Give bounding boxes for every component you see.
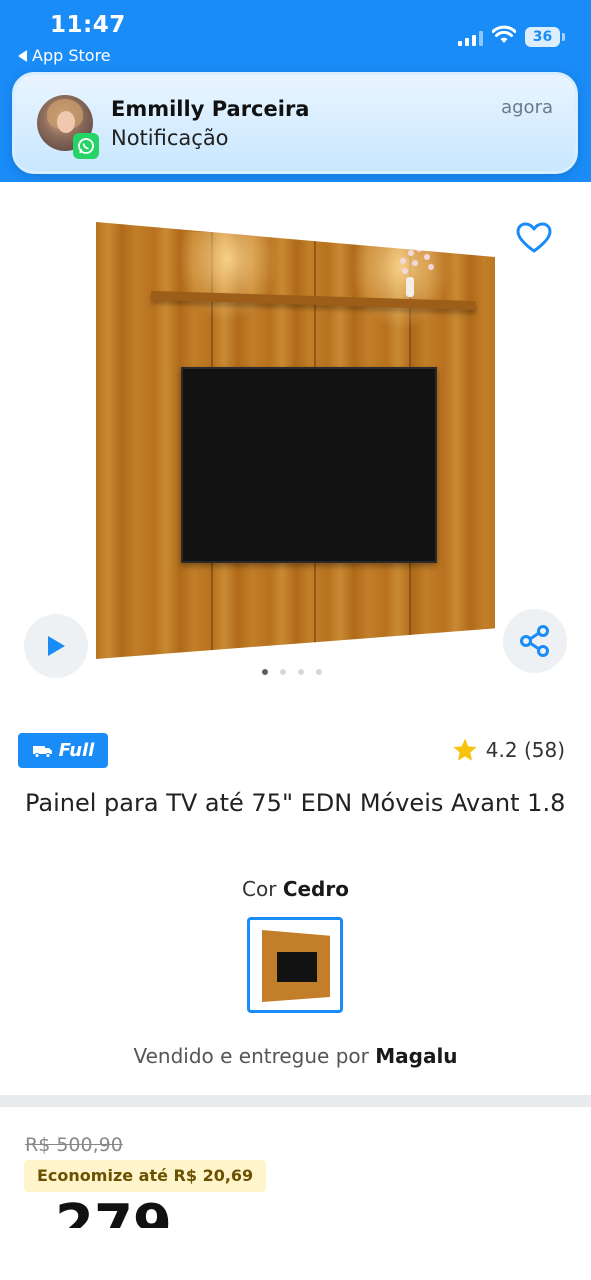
notification-time: agora <box>501 97 553 118</box>
notification-banner[interactable]: Emmilly Parceira Notificação agora <box>12 72 578 174</box>
old-price: R$ 500,90 <box>25 1134 123 1156</box>
wifi-icon <box>492 25 516 43</box>
pagination-dot[interactable] <box>298 669 304 675</box>
color-selector-label: Cor Cedro <box>0 877 591 901</box>
share-icon <box>520 625 549 657</box>
notification-message: Notificação <box>111 126 229 150</box>
favorite-button[interactable] <box>512 216 556 260</box>
color-swatch-cedro[interactable] <box>247 917 343 1013</box>
back-to-app-store-link[interactable]: App Store <box>18 46 111 65</box>
battery-icon: 36 <box>525 27 565 47</box>
star-icon <box>453 738 477 761</box>
back-app-label: App Store <box>32 46 111 65</box>
pagination-dot[interactable] <box>280 669 286 675</box>
saving-badge: Economize até R$ 20,69 <box>24 1160 267 1192</box>
pagination-dot[interactable] <box>316 669 322 675</box>
color-value: Cedro <box>282 877 349 901</box>
heart-icon <box>516 222 552 253</box>
product-gallery[interactable] <box>0 182 591 702</box>
cellular-signal-icon <box>458 30 483 46</box>
color-label: Cor <box>242 877 277 901</box>
product-rating[interactable]: 4.2 (58) <box>452 737 565 763</box>
pagination-dot[interactable] <box>262 669 268 675</box>
notification-sender: Emmilly Parceira <box>111 97 310 121</box>
truck-icon <box>32 745 52 758</box>
seller-name[interactable]: Magalu <box>375 1044 457 1068</box>
seller-info: Vendido e entregue por Magalu <box>0 1044 591 1068</box>
section-divider <box>0 1095 591 1107</box>
current-price: 279 <box>55 1198 172 1228</box>
play-icon <box>48 636 65 656</box>
sold-by-prefix: Vendido e entregue por <box>133 1044 369 1068</box>
whatsapp-icon <box>73 133 99 159</box>
gallery-pagination[interactable] <box>262 669 322 675</box>
back-arrow-icon <box>18 49 27 62</box>
rating-value: 4.2 (58) <box>485 738 565 762</box>
product-image <box>96 222 495 659</box>
product-title: Painel para TV até 75" EDN Móveis Avant … <box>25 789 566 817</box>
play-video-button[interactable] <box>24 614 88 678</box>
full-badge: Full <box>18 733 108 768</box>
full-badge-label: Full <box>58 740 95 761</box>
clock: 11:47 <box>50 12 126 38</box>
swatch-thumbnail <box>262 930 330 1002</box>
share-button[interactable] <box>503 609 567 673</box>
